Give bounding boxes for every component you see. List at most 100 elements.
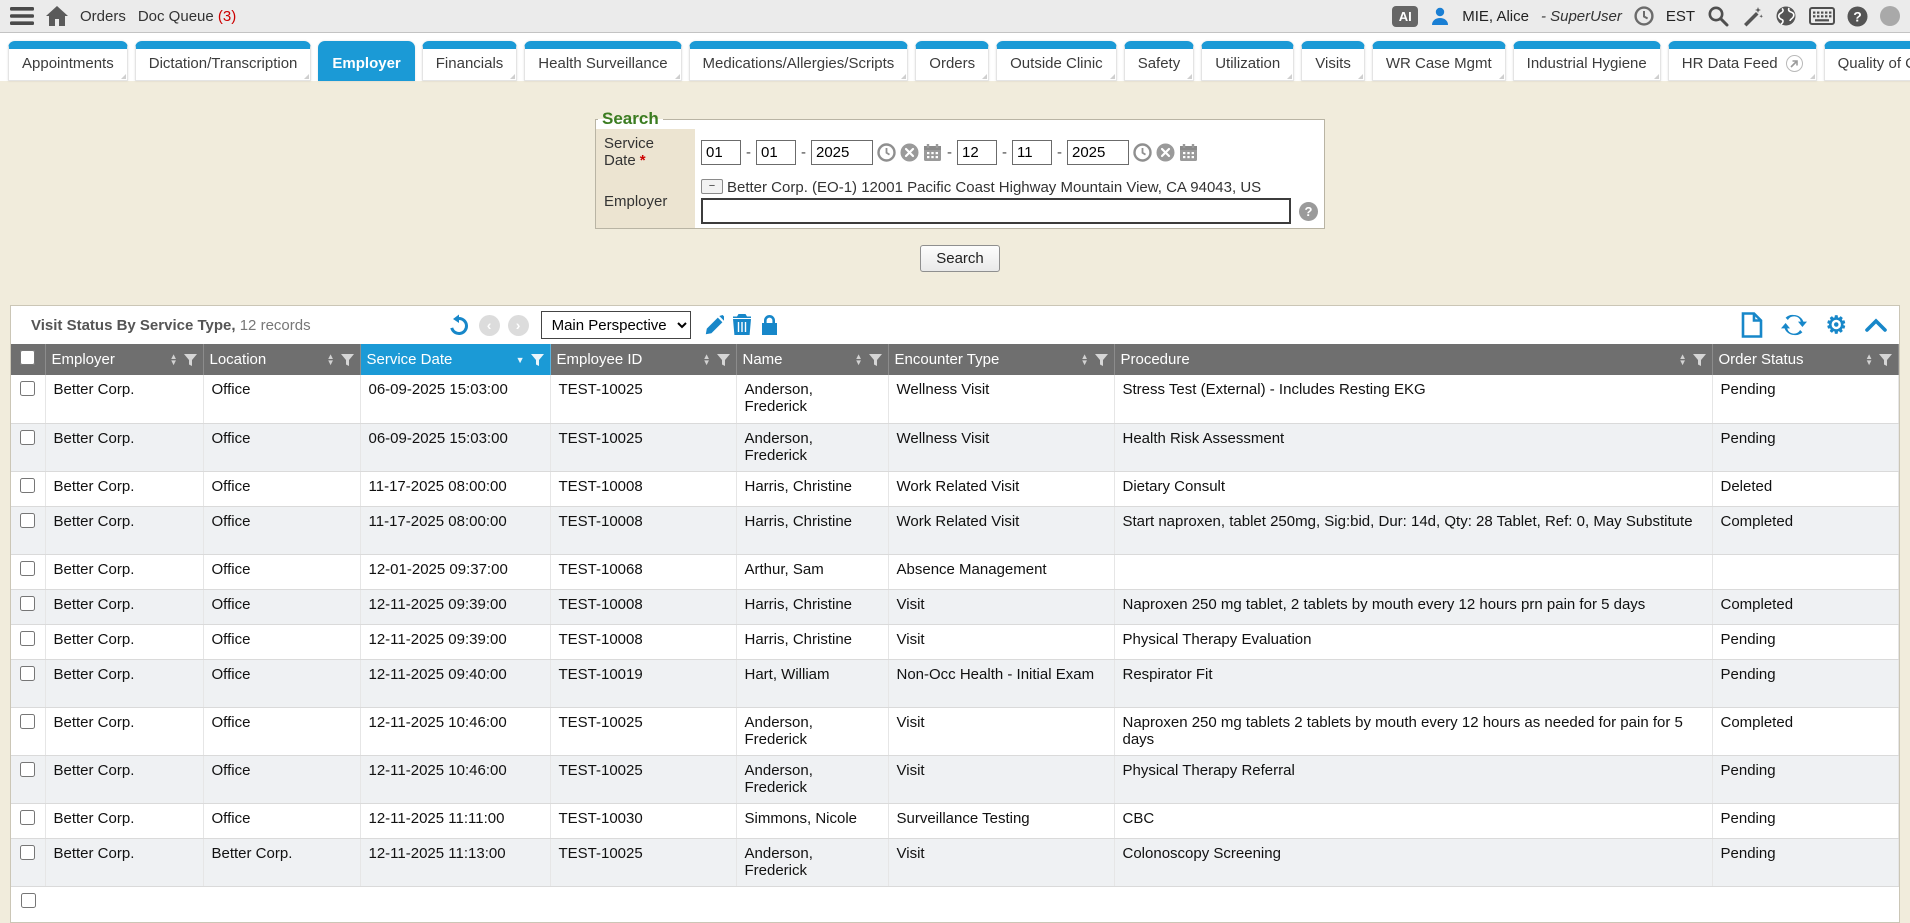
lock-icon[interactable] [760,314,779,336]
filter-icon[interactable] [1095,354,1108,366]
globe-icon[interactable] [1775,5,1797,27]
undo-icon[interactable] [447,313,471,337]
tab-utilization[interactable]: Utilization [1201,41,1294,81]
tab-wr-case-mgmt[interactable]: WR Case Mgmt [1372,41,1506,81]
time-picker-icon[interactable] [877,143,896,162]
cell-procedure: Colonoscopy Screening [1114,838,1712,886]
col-header-encounter-type[interactable]: Encounter Type▲▼ [888,344,1114,375]
tab-employer[interactable]: Employer [318,41,414,81]
footer-checkbox[interactable] [21,893,36,908]
sort-icon: ▲▼ [327,354,335,366]
breadcrumb-doc-queue[interactable]: Doc Queue (3) [138,8,236,25]
search-button[interactable]: Search [920,245,1000,272]
cell-employer: Better Corp. [45,506,203,554]
row-checkbox[interactable] [20,810,35,825]
row-checkbox[interactable] [20,845,35,860]
gear-icon[interactable]: ⚙ [1825,311,1847,340]
select-all-checkbox[interactable] [20,350,35,365]
cell-employee-id: TEST-10025 [550,755,736,803]
cell-location: Office [203,554,360,589]
date-to-year[interactable] [1067,140,1129,165]
home-icon[interactable] [46,6,68,26]
tab-dictation-transcription[interactable]: Dictation/Transcription [135,41,312,81]
row-checkbox[interactable] [20,381,35,396]
employer-search-input[interactable] [701,198,1291,224]
tab-visits[interactable]: Visits [1301,41,1365,81]
perspective-forward-icon[interactable]: › [508,315,529,336]
filter-icon[interactable] [341,354,354,366]
collapse-employer-button[interactable]: − [701,179,723,194]
avatar[interactable] [1880,6,1900,26]
help-icon[interactable]: ? [1847,6,1868,27]
date-to-month[interactable] [957,140,997,165]
col-header-employer[interactable]: Employer▲▼ [45,344,203,375]
filter-icon[interactable] [1879,354,1892,366]
topbar-right: AI MIE, Alice - SuperUser EST ? [1392,5,1900,27]
row-checkbox[interactable] [20,666,35,681]
clear-date-icon[interactable] [1156,143,1175,162]
edit-perspective-icon[interactable] [703,315,724,336]
row-checkbox[interactable] [20,561,35,576]
cell-order-status: Pending [1712,624,1899,659]
filter-icon[interactable] [1693,354,1706,366]
tab-quality-of-care[interactable]: Quality of Care [1824,41,1910,81]
perspective-back-icon[interactable]: ‹ [479,315,500,336]
date-from-year[interactable] [811,140,873,165]
magic-wand-icon[interactable] [1741,5,1763,27]
col-header-service-date[interactable]: Service Date▼ [360,344,550,375]
date-to-day[interactable] [1012,140,1052,165]
tab-appointments[interactable]: Appointments [8,41,128,81]
row-checkbox[interactable] [20,513,35,528]
calendar-icon[interactable] [1179,143,1198,162]
cell-order-status: Pending [1712,803,1899,838]
collapse-grid-icon[interactable] [1865,318,1887,332]
row-checkbox[interactable] [20,631,35,646]
tab-outside-clinic[interactable]: Outside Clinic [996,41,1117,81]
cell-service-date: 11-17-2025 08:00:00 [360,471,550,506]
refresh-icon[interactable] [1781,313,1807,337]
row-checkbox[interactable] [20,596,35,611]
tab-medications-allergies-scripts[interactable]: Medications/Allergies/Scripts [689,41,909,81]
filter-icon[interactable] [869,354,882,366]
tab-industrial-hygiene[interactable]: Industrial Hygiene [1513,41,1661,81]
row-checkbox[interactable] [20,430,35,445]
hamburger-menu-icon[interactable] [10,7,34,25]
clear-date-icon[interactable] [900,143,919,162]
search-icon[interactable] [1707,5,1729,27]
new-document-icon[interactable] [1741,312,1763,338]
breadcrumb-orders[interactable]: Orders [80,8,126,25]
date-from-month[interactable] [701,140,741,165]
filter-icon[interactable] [717,354,730,366]
row-checkbox[interactable] [20,714,35,729]
time-picker-icon[interactable] [1133,143,1152,162]
filter-icon[interactable] [184,354,197,366]
date-from-day[interactable] [756,140,796,165]
col-header-employee-id[interactable]: Employee ID▲▼ [550,344,736,375]
delete-perspective-icon[interactable] [732,314,752,336]
user-name[interactable]: MIE, Alice [1462,8,1529,25]
col-header-order-status[interactable]: Order Status▲▼ [1712,344,1899,375]
clock-icon[interactable] [1634,6,1654,26]
col-header-name[interactable]: Name▲▼ [736,344,888,375]
row-checkbox[interactable] [20,478,35,493]
user-icon[interactable] [1430,6,1450,26]
tab-hr-data-feed[interactable]: HR Data Feed [1668,41,1817,81]
row-checkbox[interactable] [20,762,35,777]
sort-icon: ▲▼ [1081,354,1089,366]
filter-icon[interactable] [531,354,544,366]
cell-location: Office [203,375,360,423]
col-header-location[interactable]: Location▲▼ [203,344,360,375]
ai-badge[interactable]: AI [1392,6,1418,27]
cell-encounter-type: Visit [888,624,1114,659]
tab-orders[interactable]: Orders [915,41,989,81]
svg-text:?: ? [1853,8,1862,24]
col-header-procedure[interactable]: Procedure▲▼ [1114,344,1712,375]
employer-help-icon[interactable]: ? [1299,202,1318,221]
calendar-icon[interactable] [923,143,942,162]
tab-health-surveillance[interactable]: Health Surveillance [524,41,681,81]
keyboard-icon[interactable] [1809,7,1835,25]
cell-employee-id: TEST-10030 [550,803,736,838]
tab-safety[interactable]: Safety [1124,41,1195,81]
tab-financials[interactable]: Financials [422,41,518,81]
perspective-select[interactable]: Main Perspective [541,311,691,339]
